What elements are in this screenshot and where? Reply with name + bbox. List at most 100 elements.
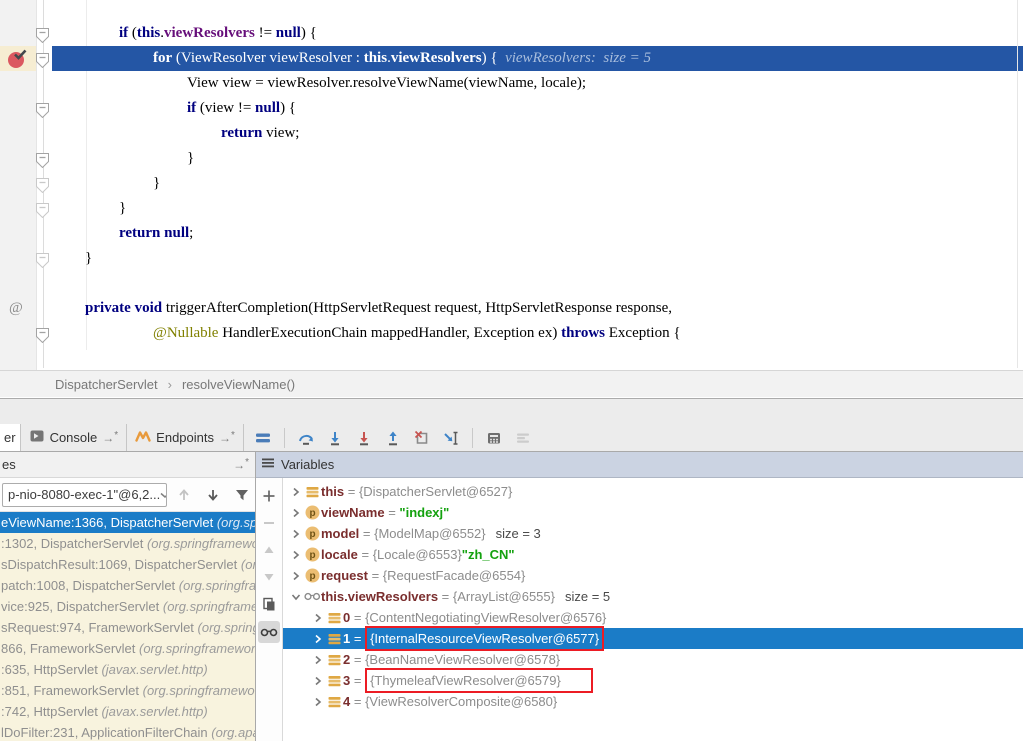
svg-text:p: p xyxy=(309,571,315,582)
stack-frame-row[interactable]: lDoFilter:231, ApplicationFilterChain (o… xyxy=(0,722,255,741)
move-watch-up-icon[interactable] xyxy=(258,540,280,560)
code-line[interactable]: return null; xyxy=(0,221,1023,246)
equals-sign: = xyxy=(344,481,359,502)
code-line[interactable]: } xyxy=(0,146,1023,171)
chevron-right-icon[interactable] xyxy=(289,508,303,518)
tab-console[interactable]: Console →* xyxy=(21,424,128,451)
frames-panel-header[interactable]: es →* xyxy=(0,452,255,478)
stack-frame-row[interactable]: eViewName:1366, DispatcherServlet (org.s… xyxy=(0,512,255,533)
breadcrumb-class[interactable]: DispatcherServlet xyxy=(55,377,158,392)
tab-debugger[interactable]: er xyxy=(0,424,21,451)
variable-row[interactable]: pmodel = {ModelMap@6552}size = 3 xyxy=(283,523,1023,544)
code-line[interactable]: } xyxy=(0,171,1023,196)
fold-marker-icon[interactable] xyxy=(36,101,49,116)
chevron-right-icon[interactable] xyxy=(311,634,325,644)
debug-toolbar xyxy=(244,424,534,451)
variable-row[interactable]: this.viewResolvers = {ArrayList@6555}siz… xyxy=(283,586,1023,607)
chevron-right-icon[interactable] xyxy=(289,550,303,560)
code-text: } xyxy=(0,171,1023,196)
variable-row[interactable]: 1 = {InternalResourceViewResolver@6577} xyxy=(283,628,1023,649)
chevron-right-icon[interactable] xyxy=(289,487,303,497)
variable-size-info: size = 3 xyxy=(496,523,541,544)
stack-frame-row[interactable]: :635, HttpServlet (javax.servlet.http) xyxy=(0,659,255,680)
variable-row[interactable]: 4 = {ViewResolverComposite@6580} xyxy=(283,691,1023,712)
next-frame-icon[interactable] xyxy=(201,483,224,507)
stack-frame-row[interactable]: patch:1008, DispatcherServlet (org.sprin… xyxy=(0,575,255,596)
show-watches-icon[interactable] xyxy=(258,621,280,643)
equals-sign: = xyxy=(350,607,365,628)
variable-name: this.viewResolvers xyxy=(321,586,438,607)
variable-row[interactable]: this = {DispatcherServlet@6527} xyxy=(283,481,1023,502)
stack-frame-row[interactable]: :742, HttpServlet (javax.servlet.http) xyxy=(0,701,255,722)
breadcrumb: DispatcherServlet › resolveViewName() xyxy=(0,370,1023,397)
equals-sign: = xyxy=(350,691,365,712)
chevron-right-icon[interactable] xyxy=(311,655,325,665)
chevron-right-icon[interactable] xyxy=(289,529,303,539)
variable-row[interactable]: pviewName = "indexj" xyxy=(283,502,1023,523)
trace-stream-icon[interactable] xyxy=(512,427,534,449)
code-line[interactable]: @Nullable HandlerExecutionChain mappedHa… xyxy=(0,321,1023,346)
debug-tabbar: er Console →* Endpoints →* xyxy=(0,424,1023,452)
variable-row[interactable]: 0 = {ContentNegotiatingViewResolver@6576… xyxy=(283,607,1023,628)
fold-marker-icon[interactable] xyxy=(36,326,49,341)
run-to-cursor-icon[interactable] xyxy=(440,427,462,449)
step-into-icon[interactable] xyxy=(324,427,346,449)
code-line[interactable]: return view; xyxy=(0,121,1023,146)
duplicate-watch-icon[interactable] xyxy=(258,594,280,614)
stack-frame-row[interactable]: sDispatchResult:1069, DispatcherServlet … xyxy=(0,554,255,575)
variable-row[interactable]: 3 = {ThymeleafViewResolver@6579} xyxy=(283,670,1023,691)
code-line[interactable]: } xyxy=(0,246,1023,271)
stack-frame-row[interactable]: 866, FrameworkServlet (org.springframewo… xyxy=(0,638,255,659)
equals-sign: = xyxy=(368,565,383,586)
code-line[interactable]: View view = viewResolver.resolveViewName… xyxy=(0,71,1023,96)
stack-frame-row[interactable]: :851, FrameworkServlet (org.springframew… xyxy=(0,680,255,701)
remove-watch-icon[interactable] xyxy=(258,513,280,533)
svg-text:p: p xyxy=(309,550,315,561)
variable-row[interactable]: 2 = {BeanNameViewResolver@6578} xyxy=(283,649,1023,670)
fold-marker-icon[interactable] xyxy=(36,251,49,266)
variable-row[interactable]: plocale = {Locale@6553} "zh_CN" xyxy=(283,544,1023,565)
fold-marker-icon[interactable] xyxy=(36,26,49,41)
step-out-icon[interactable] xyxy=(382,427,404,449)
code-line[interactable]: if (view != null) { xyxy=(0,96,1023,121)
variable-row[interactable]: prequest = {RequestFacade@6554} xyxy=(283,565,1023,586)
fold-marker-icon[interactable] xyxy=(36,151,49,166)
code-editor[interactable]: if (this.viewResolvers != null) {for (Vi… xyxy=(0,0,1023,370)
fold-marker-icon[interactable] xyxy=(36,51,49,66)
breadcrumb-method[interactable]: resolveViewName() xyxy=(182,377,295,392)
drop-frame-icon[interactable] xyxy=(411,427,433,449)
toolbar-separator xyxy=(472,428,473,448)
variable-value: {RequestFacade@6554} xyxy=(383,565,526,586)
current-execution-line[interactable]: for (ViewResolver viewResolver : this.vi… xyxy=(0,46,1023,71)
step-over-icon[interactable] xyxy=(295,427,317,449)
variable-name: 0 xyxy=(343,607,350,628)
evaluate-expression-icon[interactable] xyxy=(483,427,505,449)
filter-frames-icon[interactable] xyxy=(230,483,253,507)
tab-endpoints[interactable]: Endpoints →* xyxy=(127,424,244,451)
add-watch-icon[interactable] xyxy=(258,486,280,506)
stack-frame-row[interactable]: :1302, DispatcherServlet (org.springfram… xyxy=(0,533,255,554)
code-line[interactable]: @private void triggerAfterCompletion(Htt… xyxy=(0,296,1023,321)
variable-value: {DispatcherServlet@6527} xyxy=(359,481,512,502)
chevron-right-icon[interactable] xyxy=(311,613,325,623)
thread-selector[interactable]: p-nio-8080-exec-1"@6,2... xyxy=(2,483,167,507)
fold-marker-icon[interactable] xyxy=(36,201,49,216)
variables-panel-header[interactable]: Variables xyxy=(256,452,1023,478)
force-step-into-icon[interactable] xyxy=(353,427,375,449)
stack-frame-row[interactable]: vice:925, DispatcherServlet (org.springf… xyxy=(0,596,255,617)
chevron-right-icon[interactable] xyxy=(311,676,325,686)
view-options-icon[interactable] xyxy=(252,427,274,449)
move-watch-down-icon[interactable] xyxy=(258,567,280,587)
code-line[interactable] xyxy=(0,271,1023,296)
breakpoint-icon[interactable] xyxy=(6,48,28,70)
code-line[interactable]: } xyxy=(0,196,1023,221)
stack-frame-row[interactable]: sRequest:974, FrameworkServlet (org.spri… xyxy=(0,617,255,638)
chevron-right-icon[interactable] xyxy=(311,697,325,707)
previous-frame-icon[interactable] xyxy=(173,483,196,507)
bars-icon xyxy=(325,654,343,666)
code-line[interactable]: if (this.viewResolvers != null) { xyxy=(0,21,1023,46)
chevron-down-icon[interactable] xyxy=(289,592,303,602)
chevron-right-icon[interactable] xyxy=(289,571,303,581)
fold-marker-icon[interactable] xyxy=(36,176,49,191)
variable-value: {Locale@6553} xyxy=(373,544,462,565)
